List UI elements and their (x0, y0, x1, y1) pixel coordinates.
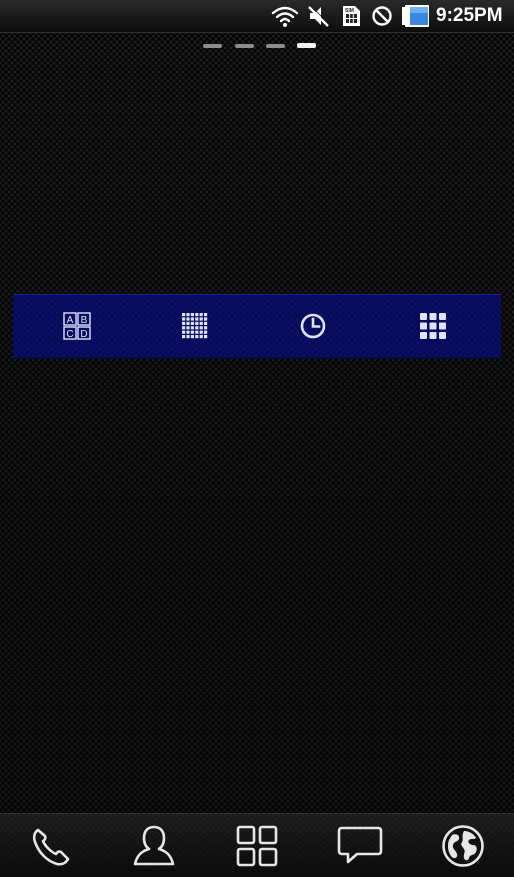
letter-c: C (66, 329, 73, 340)
page-dot-4-active[interactable] (297, 43, 316, 48)
dock-app-drawer-button[interactable] (206, 814, 308, 877)
abcd-grid-icon: A B C D (63, 312, 91, 340)
dock-messaging-button[interactable] (309, 814, 411, 877)
widget-apps-button[interactable] (372, 295, 494, 357)
status-bar[interactable]: SIM 9:25PM (0, 0, 514, 33)
status-clock: 9:25PM (436, 5, 503, 26)
app-drawer-icon (236, 825, 278, 867)
dock-browser-button[interactable] (412, 814, 514, 877)
mute-icon (308, 5, 330, 27)
page-dot-3[interactable] (266, 44, 285, 48)
dot-grid-icon (182, 313, 208, 339)
dock-phone-button[interactable] (0, 814, 102, 877)
wifi-icon (271, 6, 299, 27)
phone-icon (32, 828, 70, 866)
letter-a: A (67, 315, 74, 326)
browser-globe-icon (442, 825, 484, 867)
contacts-icon (133, 825, 175, 866)
messaging-icon (337, 826, 383, 864)
letter-b: B (81, 315, 88, 326)
page-indicator[interactable] (203, 43, 317, 51)
home-screen: SIM 9:25PM A B C D (0, 0, 514, 877)
widget-abcd-button[interactable]: A B C D (16, 295, 138, 357)
sim-card-icon: SIM (343, 6, 360, 26)
svg-text:SIM: SIM (345, 8, 354, 14)
dock (0, 813, 514, 877)
widget-dot-grid-button[interactable] (134, 295, 256, 357)
clock-icon (300, 313, 326, 339)
page-dot-2[interactable] (235, 44, 254, 48)
widget-bar: A B C D (13, 294, 501, 358)
battery-icon (402, 5, 429, 27)
no-signal-icon (372, 6, 392, 26)
apps-grid-icon (420, 313, 446, 339)
page-dot-1[interactable] (203, 44, 222, 48)
dock-contacts-button[interactable] (103, 814, 205, 877)
letter-d: D (80, 329, 87, 340)
widget-clock-button[interactable] (252, 295, 374, 357)
